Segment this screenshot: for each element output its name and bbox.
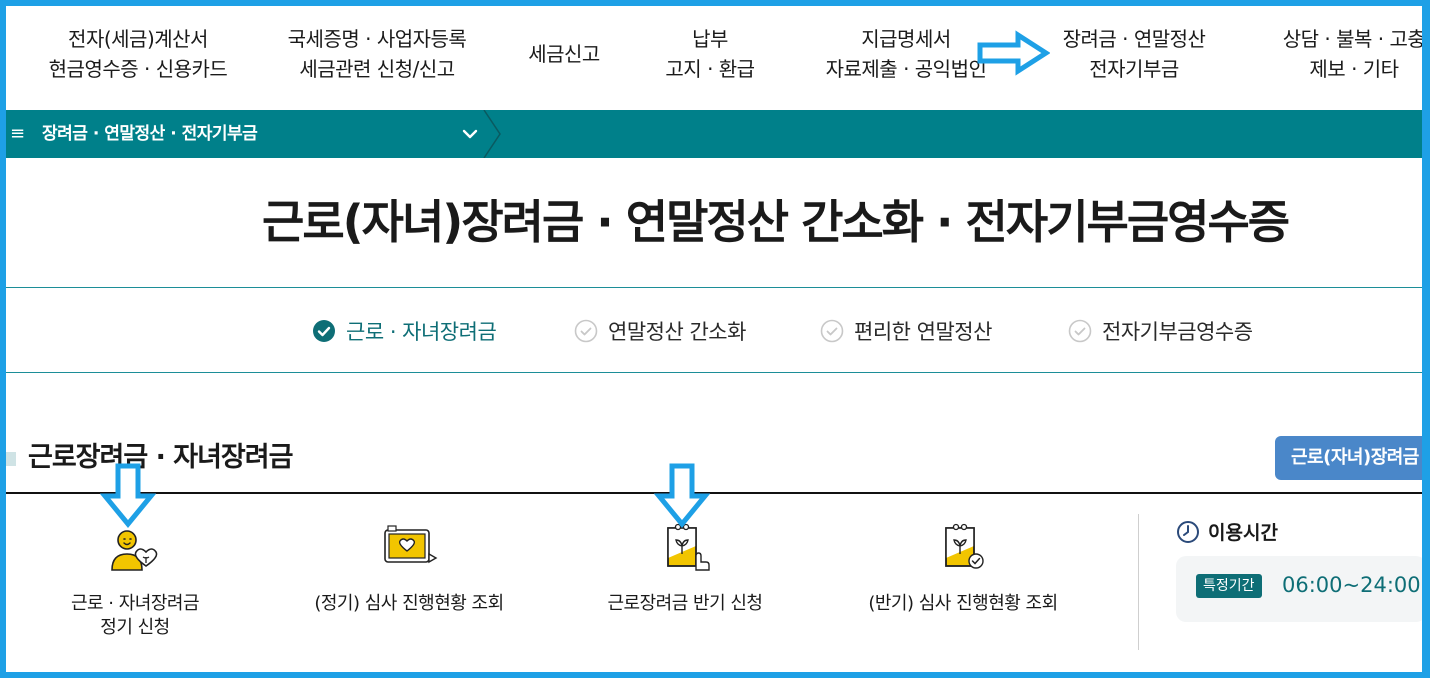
- period-badge: 특정기간: [1196, 574, 1262, 598]
- check-circle-icon: [574, 319, 598, 343]
- tab-convenient-year-end[interactable]: 편리한 연말정산: [820, 316, 992, 346]
- topnav-item-line: 국세증명 · 사업자등록: [287, 27, 467, 51]
- topnav-item-line: 세금신고: [528, 42, 600, 66]
- topnav-item-e-tax-invoice[interactable]: 전자(세금)계산서 현금영수증 · 신용카드: [20, 24, 256, 84]
- topnav-item-line: 지급명세서: [861, 27, 951, 51]
- usage-time-value: 06:00~24:00: [1282, 573, 1421, 597]
- section-title: 근로장려금 · 자녀장려금: [28, 442, 293, 473]
- top-navigation: 전자(세금)계산서 현금영수증 · 신용카드 국세증명 · 사업자등록 세금관련…: [6, 6, 1426, 110]
- topnav-item-line: 자료제출 · 공익법인: [825, 57, 987, 81]
- topnav-item-line: 고지 · 환급: [665, 57, 755, 81]
- service-regular-application[interactable]: 근로 · 자녀장려금 정기 신청: [10, 518, 260, 640]
- topnav-item-tax-return[interactable]: 세금신고: [514, 39, 614, 69]
- document-sprout-check-icon: [945, 523, 984, 569]
- topnav-item-consultation[interactable]: 상담 · 불복 · 고충 제보 · 기타: [1254, 24, 1430, 84]
- section-divider: [6, 492, 1422, 494]
- topnav-item-line: 전자기부금: [1089, 57, 1179, 81]
- tab-donation-receipt[interactable]: 전자기부금영수증: [1068, 316, 1253, 346]
- service-half-year-review-status[interactable]: (반기) 심사 진행현황 조회: [838, 518, 1088, 616]
- tab-work-child-incentive[interactable]: 근로 · 자녀장려금: [312, 316, 497, 346]
- document-sprout-hand-icon: [667, 523, 710, 571]
- usage-time-box: 특정기간 06:00~24:00: [1176, 556, 1426, 622]
- topnav-item-line: 장려금 · 연말정산: [1062, 27, 1206, 51]
- tab-label: 근로 · 자녀장려금: [346, 320, 497, 344]
- service-half-year-application[interactable]: 근로장려금 반기 신청: [560, 518, 810, 616]
- topnav-item-line: 제보 · 기타: [1309, 57, 1399, 81]
- topnav-item-certificates[interactable]: 국세증명 · 사업자등록 세금관련 신청/신고: [264, 24, 490, 84]
- check-circle-filled-icon: [313, 320, 335, 342]
- hamburger-icon[interactable]: ≡: [10, 124, 25, 144]
- service-label: (반기) 심사 진행현황 조회: [868, 593, 1058, 614]
- service-label: 근로장려금 반기 신청: [607, 593, 763, 614]
- service-label: 근로 · 자녀장려금 정기 신청: [10, 592, 260, 640]
- tab-label: 연말정산 간소화: [608, 320, 746, 344]
- tab-label: 전자기부금영수증: [1102, 320, 1253, 344]
- usage-time-heading: 이용시간: [1176, 518, 1278, 545]
- page-title: 근로(자녀)장려금 · 연말정산 간소화 · 전자기부금영수증: [262, 195, 1290, 249]
- service-label: (정기) 심사 진행현황 조회: [314, 593, 504, 614]
- topnav-item-line: 납부: [692, 27, 728, 51]
- panel-divider: [1138, 514, 1139, 650]
- usage-time-title: 이용시간: [1208, 522, 1278, 544]
- service-regular-review-status[interactable]: (정기) 심사 진행현황 조회: [284, 518, 534, 616]
- incentive-info-button[interactable]: 근로(자녀)장려금: [1275, 436, 1430, 480]
- breadcrumb: ≡ 장려금 · 연말정산 · 전자기부금: [6, 110, 1422, 158]
- check-circle-icon: [820, 319, 844, 343]
- chevron-down-icon[interactable]: [458, 122, 482, 146]
- topnav-item-line: 전자(세금)계산서: [68, 27, 208, 51]
- topnav-item-line: 세금관련 신청/신고: [299, 57, 455, 81]
- topnav-item-line: 상담 · 불복 · 고충: [1282, 27, 1426, 51]
- tab-label: 편리한 연말정산: [854, 320, 992, 344]
- check-circle-icon: [1068, 319, 1092, 343]
- topnav-item-incentive[interactable]: 장려금 · 연말정산 전자기부금: [1036, 24, 1232, 84]
- sub-tabs: 근로 · 자녀장려금 연말정산 간소화 편리한 연말정산 전자기부금영수증: [6, 287, 1422, 373]
- service-label-line: 근로 · 자녀장려금: [70, 593, 200, 614]
- breadcrumb-divider: [483, 110, 501, 158]
- monitor-heart-icon: [384, 525, 438, 564]
- section-marker: [6, 452, 16, 466]
- person-heart-icon: [111, 530, 158, 571]
- topnav-item-payment[interactable]: 납부 고지 · 환급: [642, 24, 778, 84]
- tab-year-end-simplified[interactable]: 연말정산 간소화: [574, 316, 746, 346]
- breadcrumb-label[interactable]: 장려금 · 연말정산 · 전자기부금: [42, 124, 258, 144]
- clock-icon: [1177, 520, 1199, 543]
- service-label-line: 정기 신청: [100, 617, 170, 638]
- topnav-item-line: 현금영수증 · 신용카드: [48, 57, 228, 81]
- topnav-item-payment-statement[interactable]: 지급명세서 자료제출 · 공익법인: [810, 24, 1002, 84]
